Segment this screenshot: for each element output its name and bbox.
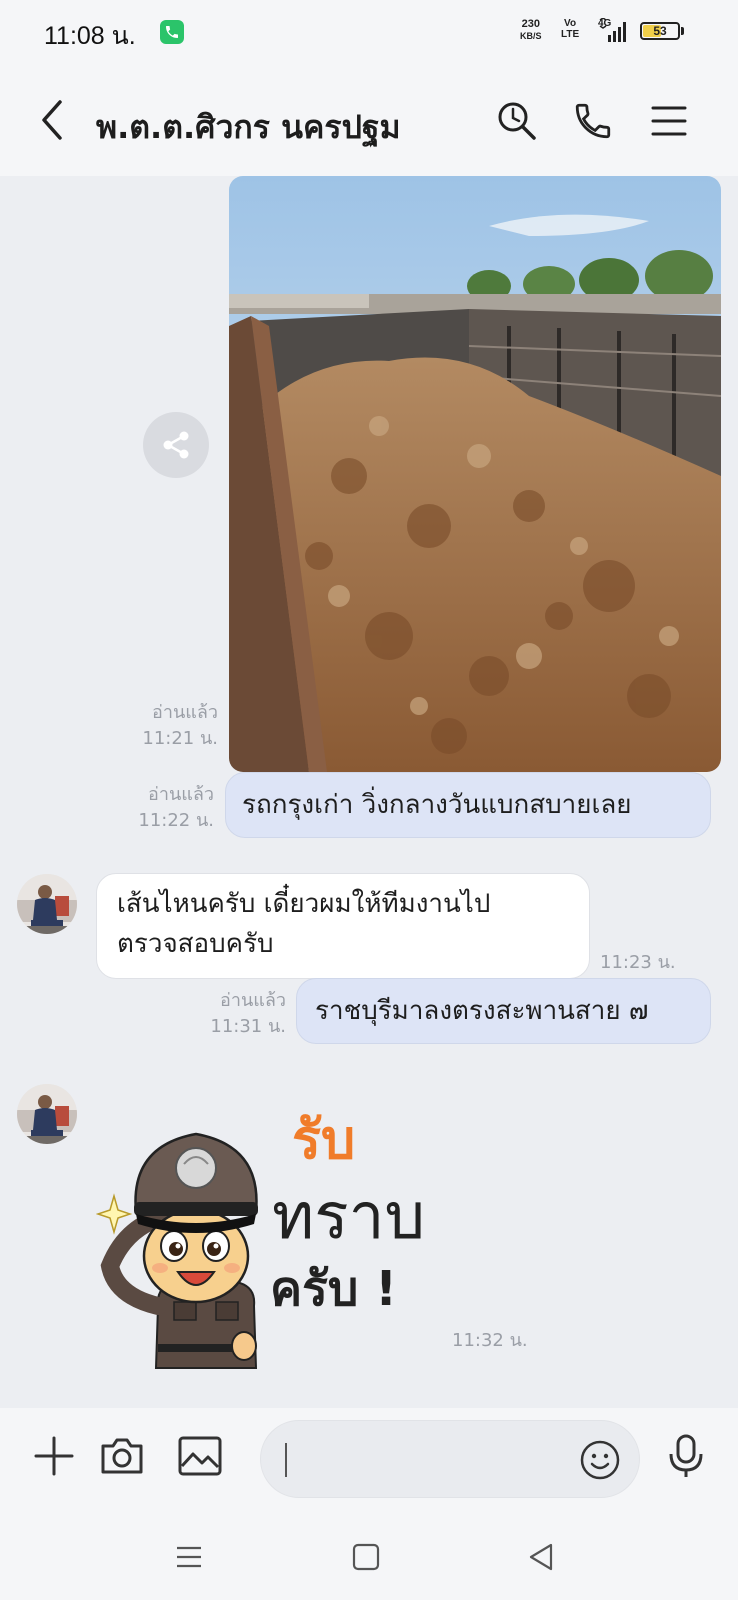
status-time: 11:08 น. bbox=[44, 22, 136, 50]
camera-button[interactable] bbox=[98, 1432, 146, 1480]
incoming-message[interactable]: เส้นไหนครับ เดี๋ยวผมให้ทีมงานไป ตรวจสอบค… bbox=[96, 873, 590, 979]
plus-button[interactable] bbox=[30, 1432, 78, 1480]
mic-icon bbox=[669, 1434, 703, 1477]
volte-bottom: LTE bbox=[561, 29, 580, 40]
call-notification-icon bbox=[160, 20, 184, 44]
gallery-button[interactable] bbox=[176, 1432, 224, 1480]
outgoing-message[interactable]: ราชบุรีมาลงตรงสะพานสาย ๗ bbox=[296, 978, 711, 1044]
share-button[interactable] bbox=[143, 412, 209, 478]
back-button[interactable] bbox=[36, 98, 72, 142]
camera-icon bbox=[101, 1438, 143, 1474]
back-nav-button[interactable] bbox=[525, 1540, 559, 1574]
sticker-text-line1: รับ bbox=[292, 1108, 356, 1171]
net-speed-value: 230 bbox=[521, 18, 540, 30]
home-button[interactable] bbox=[349, 1540, 383, 1574]
signal-icon: 4G bbox=[598, 18, 630, 44]
share-icon bbox=[163, 431, 189, 459]
phone-icon bbox=[575, 103, 611, 139]
read-receipt: อ่านแล้ว bbox=[152, 702, 218, 723]
chat-title: พ.ต.ต.ศิวกร นครปฐม bbox=[96, 108, 401, 146]
gallery-icon bbox=[178, 1436, 222, 1476]
contact-avatar[interactable] bbox=[17, 874, 77, 934]
sticker-text-line3: ครับ ! bbox=[270, 1261, 397, 1317]
home-icon bbox=[352, 1543, 380, 1571]
message-text-field[interactable] bbox=[287, 1441, 561, 1481]
volte-top: Vo bbox=[564, 18, 577, 29]
system-nav-bar bbox=[0, 1512, 738, 1600]
back-nav-icon bbox=[529, 1543, 553, 1571]
battery-tip bbox=[681, 27, 684, 35]
recents-icon bbox=[177, 1546, 201, 1568]
avatar-photo bbox=[17, 1084, 77, 1144]
search-icon bbox=[498, 102, 536, 140]
network-speed: 230 KB/S bbox=[520, 18, 542, 42]
out1-meta: อ่านแล้ว 11:22 น. bbox=[120, 782, 214, 834]
in1-time: 11:23 น. bbox=[600, 952, 676, 973]
menu-button[interactable] bbox=[648, 100, 690, 142]
emoji-button[interactable] bbox=[579, 1439, 621, 1481]
mic-button[interactable] bbox=[662, 1432, 710, 1480]
message-time: 11:31 น. bbox=[210, 1016, 286, 1037]
avatar-photo bbox=[17, 874, 77, 934]
message-input[interactable] bbox=[260, 1420, 640, 1498]
photo-message[interactable] bbox=[229, 176, 721, 772]
sticker-caption: รับ ทราบ ครับ ! bbox=[270, 1106, 442, 1376]
call-button[interactable] bbox=[572, 100, 614, 142]
emoji-icon bbox=[580, 1440, 620, 1480]
police-sticker[interactable]: รับ ทราบ ครับ ! bbox=[96, 1106, 436, 1376]
message-time: 11:21 น. bbox=[142, 728, 218, 749]
contact-avatar[interactable] bbox=[17, 1084, 77, 1144]
plus-icon bbox=[34, 1436, 74, 1476]
out2-meta: อ่านแล้ว 11:31 น. bbox=[190, 988, 286, 1040]
back-icon bbox=[42, 100, 62, 140]
message-line: ตรวจสอบครับ bbox=[117, 929, 274, 959]
status-bar: 11:08 น. 230 KB/S Vo LTE 4G 53 bbox=[0, 0, 738, 66]
sticker-text-line2: ทราบ bbox=[272, 1180, 426, 1254]
battery-icon: 53 bbox=[640, 22, 680, 40]
battery-level: 53 bbox=[653, 24, 667, 38]
outgoing-message[interactable]: รถกรุงเก่า วิ่งกลางวันแบกสบายเลย bbox=[225, 772, 711, 838]
truck-dirt-photo bbox=[229, 176, 721, 772]
sticker-time: 11:32 น. bbox=[452, 1330, 528, 1351]
photo-meta: อ่านแล้ว 11:21 น. bbox=[130, 700, 218, 752]
net-speed-unit: KB/S bbox=[520, 31, 542, 41]
menu-icon bbox=[651, 106, 687, 136]
chat-area[interactable]: อ่านแล้ว 11:21 น. อ่านแล้ว 11:22 น. รถกร… bbox=[0, 176, 738, 1408]
recents-button[interactable] bbox=[172, 1540, 206, 1574]
search-button[interactable] bbox=[496, 100, 538, 142]
police-officer-illustration bbox=[96, 1132, 258, 1369]
message-line: เส้นไหนครับ เดี๋ยวผมให้ทีมงานไป bbox=[117, 889, 491, 919]
message-input-bar bbox=[0, 1408, 738, 1512]
chat-header: พ.ต.ต.ศิวกร นครปฐม bbox=[0, 66, 738, 176]
read-receipt: อ่านแล้ว bbox=[220, 990, 286, 1011]
read-receipt: อ่านแล้ว bbox=[148, 784, 214, 805]
message-time: 11:22 น. bbox=[138, 810, 214, 831]
volte-indicator: Vo LTE bbox=[561, 18, 579, 40]
